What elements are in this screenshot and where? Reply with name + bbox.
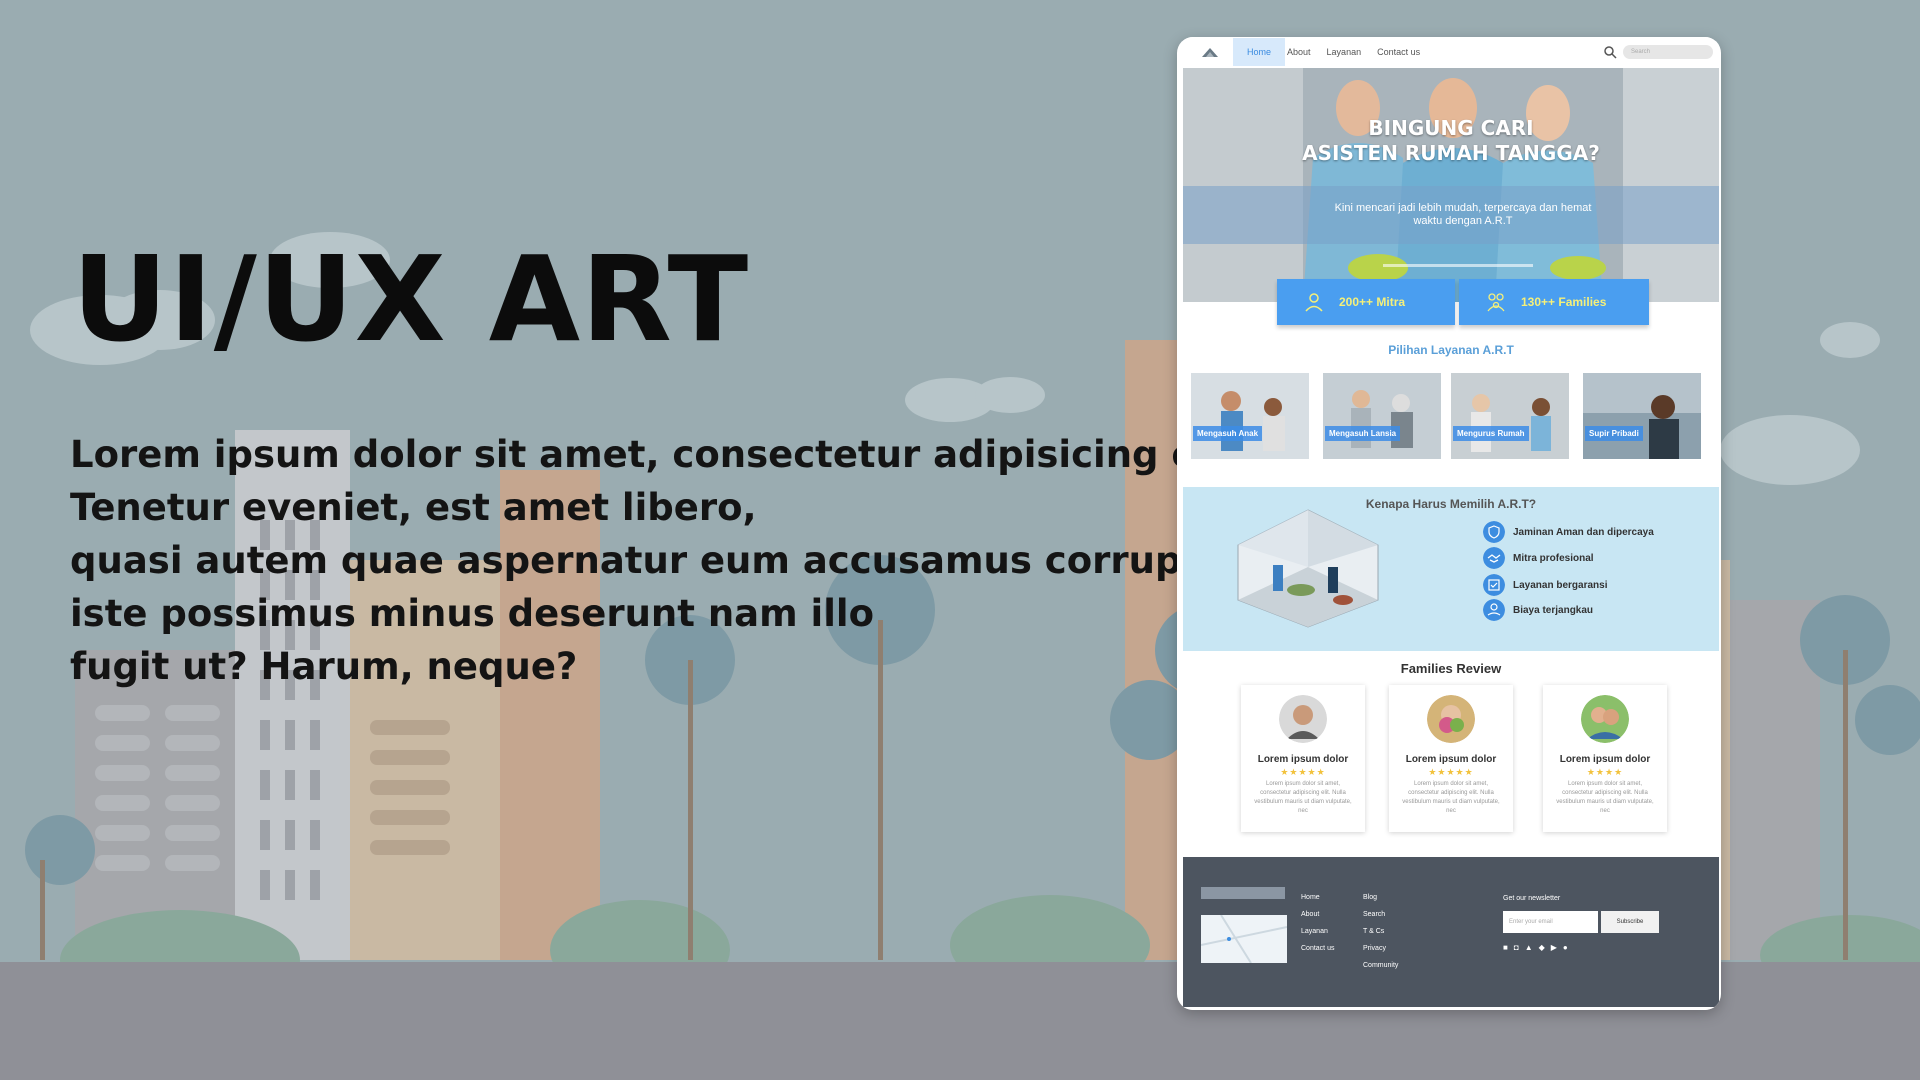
- map-thumbnail[interactable]: [1201, 915, 1287, 963]
- search-input[interactable]: Search: [1623, 45, 1713, 59]
- why-item-label: Biaya terjangkau: [1513, 604, 1594, 616]
- footer-link[interactable]: Contact us: [1301, 940, 1334, 957]
- whatsapp-icon[interactable]: ●: [1563, 943, 1568, 952]
- footer-link[interactable]: Blog: [1363, 889, 1398, 906]
- why-item: Mitra profesional: [1483, 547, 1594, 569]
- handshake-icon: [1483, 547, 1505, 569]
- stat-label: 200++ Mitra: [1339, 295, 1406, 309]
- newsletter-label: Get our newsletter: [1503, 895, 1561, 902]
- social-links: ■ ◘ ▲ ◆ ▶ ●: [1503, 943, 1568, 952]
- why-item: Biaya terjangkau: [1483, 599, 1593, 621]
- headline-block: UI/UX ART: [72, 240, 749, 358]
- footer-link[interactable]: Layanan: [1301, 923, 1334, 940]
- avatar: [1581, 695, 1629, 743]
- nav-item-layanan[interactable]: Layanan: [1327, 47, 1362, 57]
- subscribe-button[interactable]: Subscribe: [1601, 911, 1659, 933]
- why-item-label: Mitra profesional: [1513, 552, 1594, 564]
- why-item: Jaminan Aman dan dipercaya: [1483, 521, 1654, 543]
- nav-item-home[interactable]: Home: [1233, 38, 1286, 66]
- service-label: Mengurus Rumah: [1453, 426, 1529, 441]
- description-line: Tenetur eveniet, est amet libero,: [70, 486, 757, 529]
- nav-item-contact[interactable]: Contact us: [1377, 47, 1420, 57]
- reviews-title: Families Review: [1400, 661, 1502, 676]
- logo-icon[interactable]: [1201, 46, 1219, 58]
- service-photo: [1583, 373, 1701, 459]
- footer-link[interactable]: T & Cs: [1363, 923, 1398, 940]
- snapchat-icon[interactable]: ▲: [1525, 943, 1533, 952]
- family-icon: [1487, 293, 1505, 312]
- star-rating: ★★★★: [1586, 767, 1624, 777]
- why-item-label: Jaminan Aman dan dipercaya: [1513, 526, 1654, 538]
- navbar: Home About Layanan Contact us Search: [1183, 37, 1719, 67]
- review-text: Lorem ipsum dolor sit amet, consectetur …: [1402, 781, 1500, 814]
- footer-link[interactable]: Community: [1363, 957, 1398, 974]
- hero-title-line: ASISTEN RUMAH TANGGA?: [1302, 141, 1600, 165]
- review-text: Lorem ipsum dolor sit amet, consectetur …: [1254, 781, 1352, 814]
- avatar: [1279, 695, 1327, 743]
- description: Lorem ipsum dolor sit amet, consectetur …: [70, 428, 1254, 693]
- hero-title: BINGUNG CARI ASISTEN RUMAH TANGGA?: [1183, 116, 1719, 166]
- service-label: Mengasuh Lansia: [1325, 426, 1401, 441]
- hero-title-line: BINGUNG CARI: [1368, 116, 1534, 140]
- review-card: Lorem ipsum dolor ★★★★ Lorem ipsum dolor…: [1543, 685, 1667, 832]
- footer: Home About Layanan Contact us Blog Searc…: [1183, 857, 1719, 1007]
- stat-label: 130++ Families: [1521, 295, 1607, 309]
- service-label: Mengasuh Anak: [1193, 426, 1263, 441]
- review-text: Lorem ipsum dolor sit amet, consectetur …: [1556, 781, 1654, 814]
- reviewer-name: Lorem ipsum dolor: [1257, 754, 1349, 765]
- description-line: iste possimus minus deserunt nam illo: [70, 592, 875, 635]
- reviewer-name: Lorem ipsum dolor: [1405, 754, 1497, 765]
- hero-subtitle: Kini mencari jadi lebih mudah, terpercay…: [1334, 202, 1592, 227]
- youtube-icon[interactable]: ▶: [1551, 943, 1557, 952]
- search-icon[interactable]: [1603, 45, 1617, 59]
- instagram-icon[interactable]: ◘: [1514, 943, 1519, 952]
- nav-item-about[interactable]: About: [1287, 47, 1311, 57]
- service-card[interactable]: Mengasuh Anak: [1191, 373, 1309, 459]
- description-line: fugit ut? Harum, neque?: [70, 645, 578, 688]
- services-title: Pilihan Layanan A.R.T: [1388, 343, 1514, 357]
- isometric-room-illustration: [1237, 509, 1379, 628]
- star-rating: ★★★★★: [1428, 767, 1474, 777]
- review-card: Lorem ipsum dolor ★★★★★ Lorem ipsum dolo…: [1241, 685, 1365, 832]
- description-line: quasi autem quae aspernatur eum accusamu…: [70, 539, 1212, 582]
- footer-links-col2: Blog Search T & Cs Privacy Community: [1363, 889, 1398, 974]
- money-hand-icon: [1483, 599, 1505, 621]
- guarantee-icon: [1483, 574, 1505, 596]
- description-line: Lorem ipsum dolor sit amet, consectetur …: [70, 433, 1254, 476]
- service-photo: [1451, 373, 1569, 459]
- person-icon: [1305, 293, 1323, 312]
- facebook-icon[interactable]: ■: [1503, 943, 1508, 952]
- stat-families: 130++ Families: [1459, 279, 1649, 325]
- hero-banner: BINGUNG CARI ASISTEN RUMAH TANGGA? Kini …: [1183, 68, 1719, 302]
- footer-link[interactable]: Home: [1301, 889, 1334, 906]
- footer-links-col1: Home About Layanan Contact us: [1301, 889, 1334, 957]
- newsletter-email-input[interactable]: Enter your email: [1503, 911, 1598, 933]
- footer-logo-bar: [1201, 887, 1285, 899]
- why-item-label: Layanan bergaransi: [1513, 579, 1608, 591]
- website-mockup: Home About Layanan Contact us Search BIN…: [1177, 37, 1721, 1010]
- service-photo: [1191, 373, 1309, 459]
- avatar: [1427, 695, 1475, 743]
- mockup-page: Home About Layanan Contact us Search BIN…: [1183, 37, 1719, 1010]
- footer-link[interactable]: Privacy: [1363, 940, 1398, 957]
- reviewer-name: Lorem ipsum dolor: [1559, 754, 1651, 765]
- review-card: Lorem ipsum dolor ★★★★★ Lorem ipsum dolo…: [1389, 685, 1513, 832]
- service-label: Supir Pribadi: [1585, 426, 1643, 441]
- twitter-icon[interactable]: ◆: [1539, 943, 1545, 952]
- footer-link[interactable]: Search: [1363, 906, 1398, 923]
- carousel-indicator[interactable]: [1383, 264, 1533, 267]
- service-card[interactable]: Mengasuh Lansia: [1323, 373, 1441, 459]
- service-card[interactable]: Mengurus Rumah: [1451, 373, 1569, 459]
- service-card[interactable]: Supir Pribadi: [1583, 373, 1701, 459]
- shield-icon: [1483, 521, 1505, 543]
- footer-link[interactable]: About: [1301, 906, 1334, 923]
- why-item: Layanan bergaransi: [1483, 574, 1607, 596]
- headline: UI/UX ART: [72, 230, 750, 368]
- service-photo: [1323, 373, 1441, 459]
- star-rating: ★★★★★: [1280, 767, 1326, 777]
- why-section: Kenapa Harus Memilih A.R.T? Jaminan Aman…: [1183, 487, 1719, 651]
- stat-mitra: 200++ Mitra: [1277, 279, 1455, 325]
